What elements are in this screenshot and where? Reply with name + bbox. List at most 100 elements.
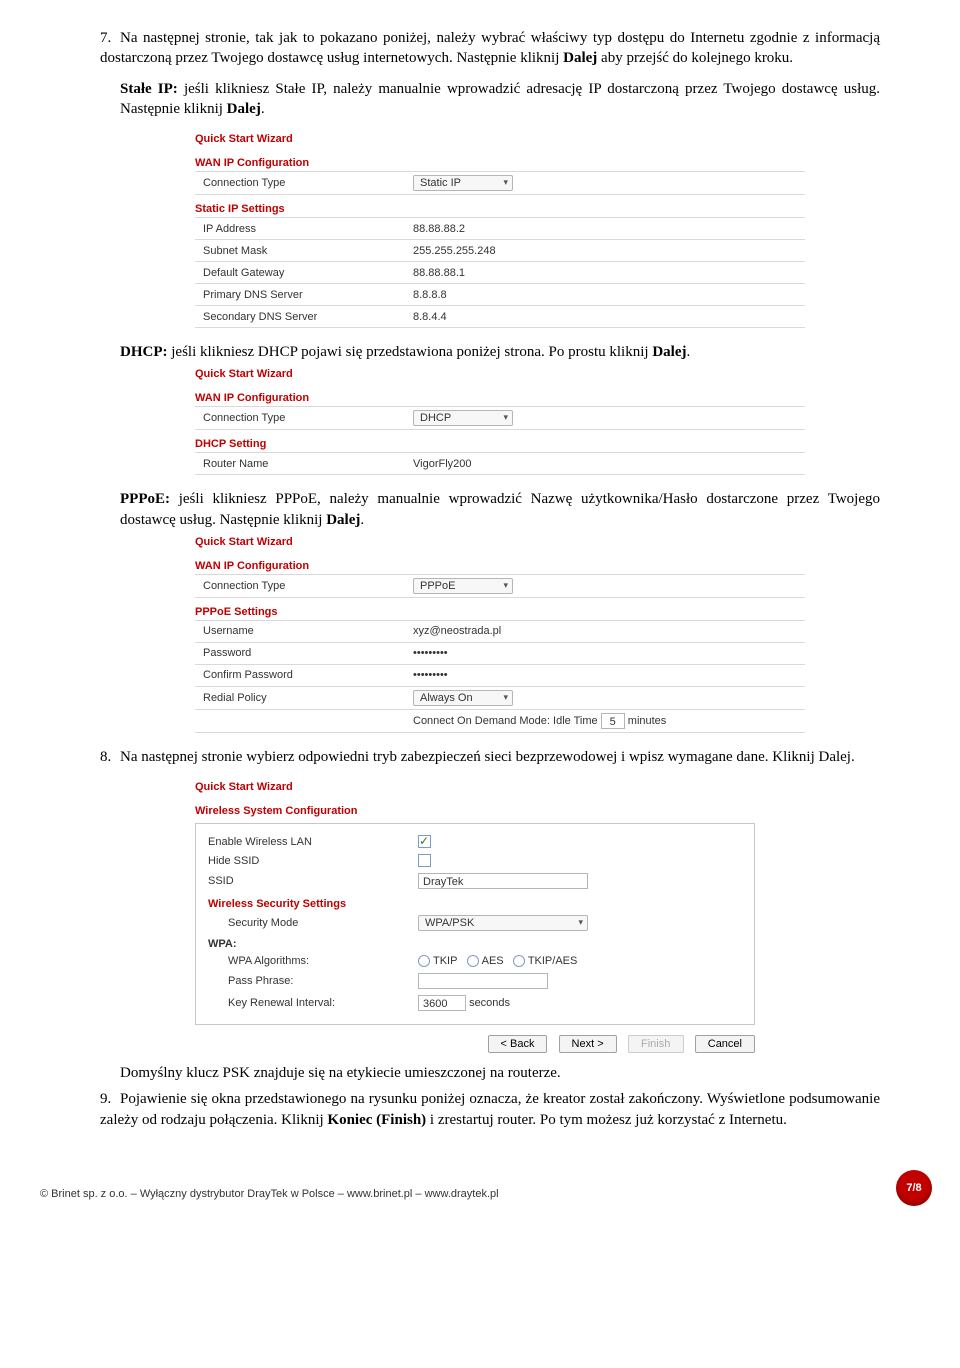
- step-8-text: Na następnej stronie wybierz odpowiedni …: [120, 749, 855, 765]
- idle-time-row: Connect On Demand Mode: Idle Time 5 minu…: [405, 709, 805, 732]
- password-label: Password: [195, 642, 405, 664]
- footer-text: © Brinet sp. z o.o. – Wyłączny dystrybut…: [40, 1188, 880, 1200]
- connection-type-select[interactable]: PPPoE: [413, 578, 513, 594]
- wizard-static-ip: Quick Start Wizard WAN IP Configuration …: [195, 133, 805, 328]
- static-ip-paragraph: Stałe IP: jeśli klikniesz Stałe IP, nale…: [100, 79, 880, 120]
- wpa-algorithms-label: WPA Algorithms:: [208, 955, 418, 967]
- connection-type-label: Connection Type: [195, 574, 405, 597]
- wan-ip-config-heading: WAN IP Configuration: [195, 560, 805, 572]
- default-gateway-value[interactable]: 88.88.88.1: [405, 262, 805, 284]
- static-ip-settings-heading: Static IP Settings: [195, 203, 805, 215]
- connection-type-select[interactable]: DHCP: [413, 410, 513, 426]
- dhcp-text-a: jeśli klikniesz DHCP pojawi się przedsta…: [168, 344, 653, 360]
- step-9-text-b: i zrestartuj router. Po tym możesz już k…: [426, 1112, 787, 1128]
- idle-time-prefix: Connect On Demand Mode: Idle Time: [413, 715, 598, 727]
- key-renewal-input[interactable]: 3600: [418, 995, 466, 1011]
- enable-wlan-checkbox[interactable]: [418, 835, 431, 848]
- finish-button[interactable]: Finish: [628, 1035, 684, 1053]
- connection-type-select[interactable]: Static IP: [413, 175, 513, 191]
- pppoe-bold-b: Dalej: [326, 512, 360, 528]
- connection-type-label: Connection Type: [195, 172, 405, 195]
- psk-note: Domyślny klucz PSK znajduje się na etyki…: [100, 1063, 880, 1083]
- step-7-text-b: aby przejść do kolejnego kroku.: [597, 50, 793, 66]
- wan-ip-config-heading: WAN IP Configuration: [195, 392, 805, 404]
- security-mode-select[interactable]: WPA/PSK: [418, 915, 588, 931]
- pppoe-label: PPPoE:: [120, 491, 170, 507]
- static-ip-label: Stałe IP:: [120, 81, 178, 97]
- pass-phrase-input[interactable]: [418, 973, 548, 989]
- wizard-pppoe: Quick Start Wizard WAN IP Configuration …: [195, 536, 805, 733]
- tkip-aes-radio[interactable]: [513, 955, 525, 967]
- step-9: 9.Pojawienie się okna przedstawionego na…: [100, 1089, 880, 1130]
- dhcp-paragraph: DHCP: jeśli klikniesz DHCP pojawi się pr…: [100, 342, 880, 362]
- wireless-config-heading: Wireless System Configuration: [195, 805, 755, 817]
- subnet-mask-value[interactable]: 255.255.255.248: [405, 240, 805, 262]
- wizard-title: Quick Start Wizard: [195, 536, 805, 548]
- security-mode-label: Security Mode: [208, 917, 418, 929]
- wizard-dhcp: Quick Start Wizard WAN IP Configuration …: [195, 368, 805, 475]
- step-9-number: 9.: [100, 1089, 120, 1109]
- aes-label: AES: [482, 955, 504, 967]
- step-8: 8.Na następnej stronie wybierz odpowiedn…: [100, 747, 880, 767]
- back-button[interactable]: < Back: [488, 1035, 548, 1053]
- wan-ip-table: Connection Type Static IP: [195, 171, 805, 195]
- step-7-bold-a: Dalej: [563, 50, 597, 66]
- step-9-bold-a: Koniec (Finish): [327, 1112, 426, 1128]
- password-value[interactable]: •••••••••: [405, 642, 805, 664]
- dhcp-text-b: .: [686, 344, 690, 360]
- enable-wlan-label: Enable Wireless LAN: [208, 836, 418, 848]
- idle-time-suffix: minutes: [628, 715, 667, 727]
- router-name-label: Router Name: [195, 453, 405, 475]
- hide-ssid-checkbox[interactable]: [418, 854, 431, 867]
- key-renewal-unit: seconds: [469, 997, 510, 1009]
- secondary-dns-value[interactable]: 8.8.4.4: [405, 306, 805, 328]
- confirm-password-value[interactable]: •••••••••: [405, 664, 805, 686]
- document-page: 7.Na następnej stronie, tak jak to pokaz…: [0, 0, 960, 1164]
- wpa-algorithms-options: TKIP AES TKIP/AES: [418, 955, 577, 967]
- ip-address-label: IP Address: [195, 218, 405, 240]
- wireless-security-heading: Wireless Security Settings: [208, 898, 742, 910]
- cancel-button[interactable]: Cancel: [695, 1035, 755, 1053]
- dhcp-label: DHCP:: [120, 344, 168, 360]
- step-8-number: 8.: [100, 747, 120, 767]
- pppoe-settings-heading: PPPoE Settings: [195, 606, 805, 618]
- page-number-badge: 7/8: [896, 1170, 932, 1206]
- hide-ssid-label: Hide SSID: [208, 855, 418, 867]
- ip-address-value[interactable]: 88.88.88.2: [405, 218, 805, 240]
- primary-dns-value[interactable]: 8.8.8.8: [405, 284, 805, 306]
- tkip-aes-label: TKIP/AES: [528, 955, 578, 967]
- static-ip-table: IP Address88.88.88.2 Subnet Mask255.255.…: [195, 217, 805, 328]
- step-7-number: 7.: [100, 28, 120, 48]
- ssid-input[interactable]: DrayTek: [418, 873, 588, 889]
- redial-policy-select[interactable]: Always On: [413, 690, 513, 706]
- router-name-value[interactable]: VigorFly200: [405, 453, 805, 475]
- pppoe-text-a: jeśli klikniesz PPPoE, należy manualnie …: [120, 491, 880, 527]
- default-gateway-label: Default Gateway: [195, 262, 405, 284]
- username-label: Username: [195, 620, 405, 642]
- pass-phrase-label: Pass Phrase:: [208, 975, 418, 987]
- tkip-label: TKIP: [433, 955, 457, 967]
- step-7: 7.Na następnej stronie, tak jak to pokaz…: [100, 28, 880, 119]
- wizard-title: Quick Start Wizard: [195, 781, 755, 793]
- dhcp-setting-heading: DHCP Setting: [195, 438, 805, 450]
- ssid-label: SSID: [208, 875, 418, 887]
- secondary-dns-label: Secondary DNS Server: [195, 306, 405, 328]
- pppoe-text-b: .: [360, 512, 364, 528]
- wizard-title: Quick Start Wizard: [195, 368, 805, 380]
- wizard-wireless: Quick Start Wizard Wireless System Confi…: [195, 781, 755, 1025]
- page-footer: © Brinet sp. z o.o. – Wyłączny dystrybut…: [0, 1182, 960, 1206]
- wizard-title: Quick Start Wizard: [195, 133, 805, 145]
- dhcp-bold-b: Dalej: [652, 344, 686, 360]
- aes-radio[interactable]: [467, 955, 479, 967]
- wizard-button-row: < Back Next > Finish Cancel: [195, 1035, 755, 1053]
- tkip-radio[interactable]: [418, 955, 430, 967]
- next-button[interactable]: Next >: [559, 1035, 617, 1053]
- static-ip-bold: Dalej: [227, 101, 261, 117]
- wpa-heading: WPA:: [208, 938, 742, 950]
- key-renewal-label: Key Renewal Interval:: [208, 997, 418, 1009]
- wan-ip-config-heading: WAN IP Configuration: [195, 157, 805, 169]
- username-value[interactable]: xyz@neostrada.pl: [405, 620, 805, 642]
- subnet-mask-label: Subnet Mask: [195, 240, 405, 262]
- idle-time-input[interactable]: 5: [601, 713, 625, 729]
- primary-dns-label: Primary DNS Server: [195, 284, 405, 306]
